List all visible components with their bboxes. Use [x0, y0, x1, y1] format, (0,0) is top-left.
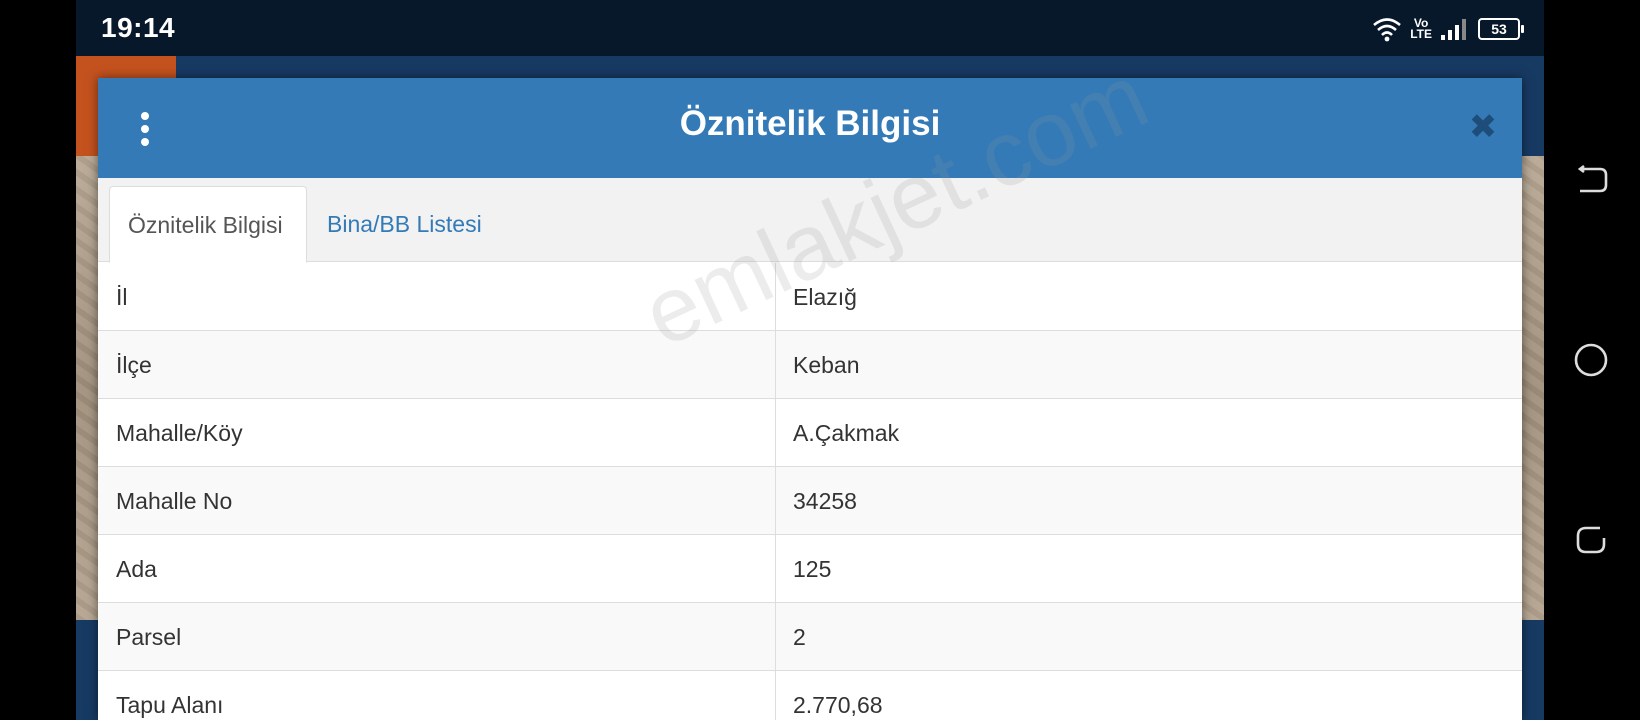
attribute-table: İl Elazığ İlçe Keban Mahalle/Köy A.Çakma… [98, 263, 1522, 720]
row-label: Tapu Alanı [98, 671, 776, 720]
row-value: 125 [793, 556, 832, 582]
row-label: Parsel [98, 603, 776, 670]
wifi-icon [1373, 18, 1402, 42]
signal-icon [1441, 19, 1466, 40]
row-value: Elazığ [793, 284, 857, 310]
tab-attribute-info[interactable]: Öznitelik Bilgisi [109, 186, 307, 263]
row-value: Keban [793, 352, 860, 378]
recents-icon[interactable] [1574, 522, 1608, 556]
status-bar: 19:14 Vo LTE 53 [76, 0, 1544, 56]
table-row: Parsel 2 [98, 603, 1522, 671]
table-row: İl Elazığ [98, 263, 1522, 331]
modal-header: Öznitelik Bilgisi ✖ [98, 78, 1522, 178]
status-icons: Vo LTE 53 [1372, 14, 1524, 44]
table-row: Ada 125 [98, 535, 1522, 603]
table-row: Mahalle No 34258 [98, 467, 1522, 535]
row-value: 2.770,68 [793, 692, 883, 718]
table-row: İlçe Keban [98, 331, 1522, 399]
tab-building-list[interactable]: Bina/BB Listesi [309, 186, 500, 263]
home-icon[interactable] [1574, 343, 1608, 377]
attribute-info-modal: Öznitelik Bilgisi ✖ Öznitelik Bilgisi Bi… [98, 78, 1522, 720]
modal-title: Öznitelik Bilgisi [679, 104, 941, 143]
row-value: 2 [793, 624, 806, 650]
row-value: 34258 [793, 488, 857, 514]
row-label: İlçe [98, 331, 776, 398]
volte-icon: Vo LTE [1410, 16, 1432, 41]
row-label: Mahalle No [98, 467, 776, 534]
battery-icon: 53 [1478, 18, 1524, 40]
row-value: A.Çakmak [793, 420, 900, 446]
row-label: İl [98, 263, 776, 330]
close-icon[interactable]: ✖ [1468, 110, 1498, 144]
status-time: 19:14 [101, 12, 176, 43]
navigation-bar [1544, 0, 1640, 720]
tab-bar: Öznitelik Bilgisi Bina/BB Listesi [98, 178, 1522, 263]
table-row: Mahalle/Köy A.Çakmak [98, 399, 1522, 467]
table-row: Tapu Alanı 2.770,68 [98, 671, 1522, 720]
row-label: Ada [98, 535, 776, 602]
row-label: Mahalle/Köy [98, 399, 776, 466]
back-icon[interactable] [1574, 163, 1608, 197]
